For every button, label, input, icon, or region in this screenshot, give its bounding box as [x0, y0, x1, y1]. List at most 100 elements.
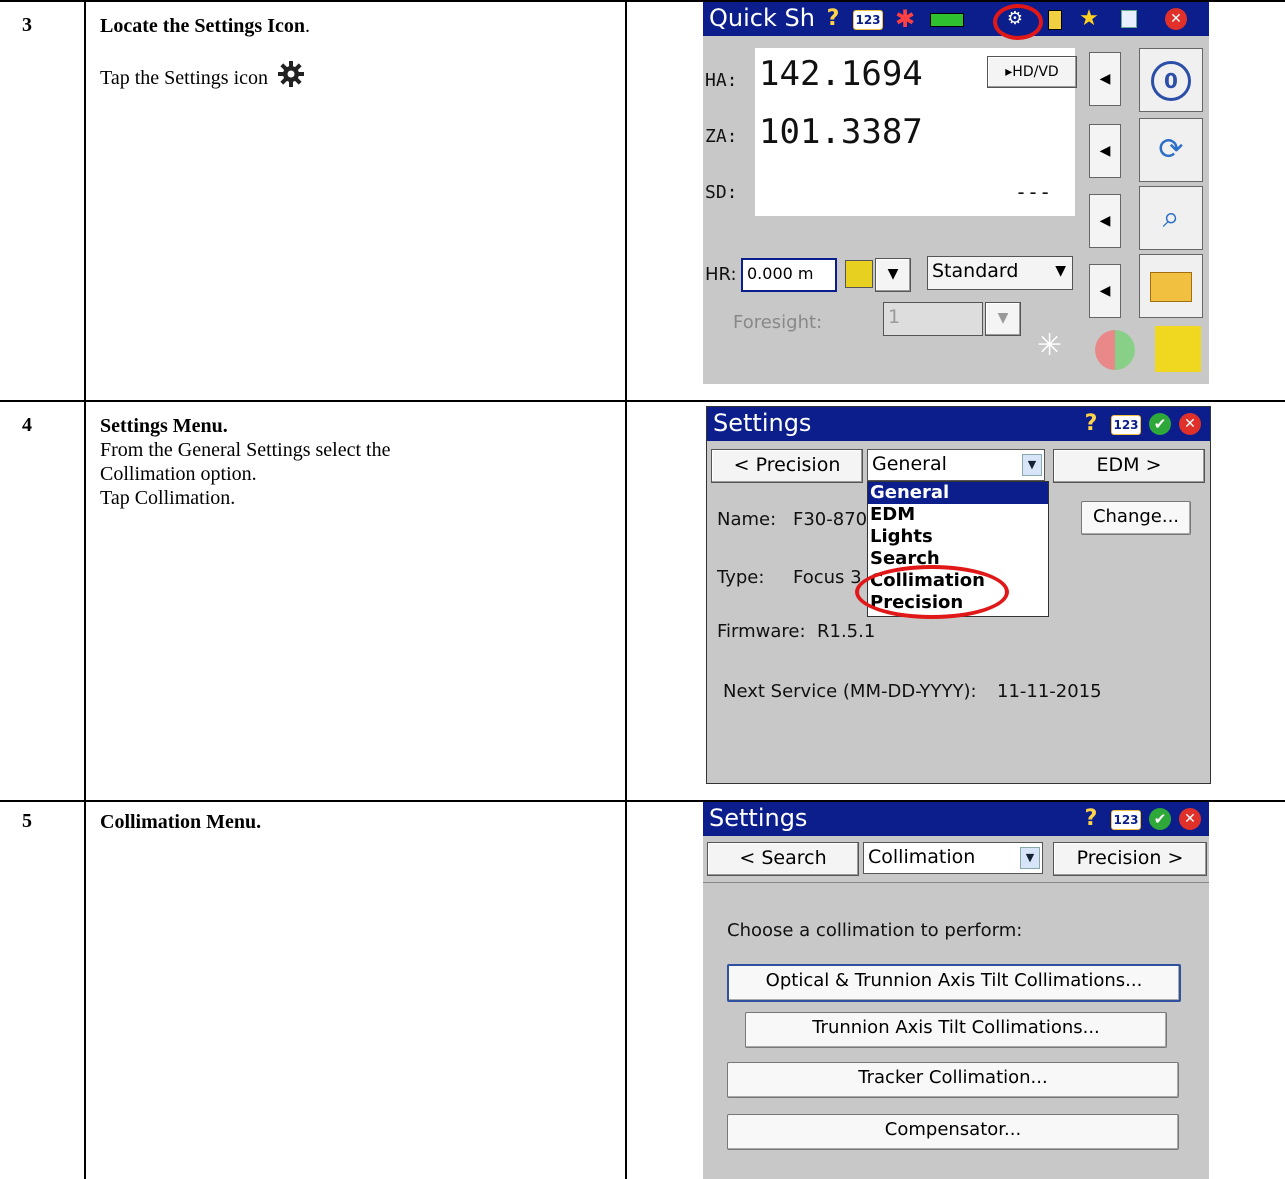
instruction-line: Collimation option. [100, 463, 257, 485]
close-icon[interactable]: ✕ [1165, 8, 1187, 30]
title-bar: Settings ? 123 ✔ ✕ [703, 802, 1209, 836]
window-title: Settings [713, 409, 812, 437]
next-service-label: Next Service (MM-DD-YYYY): [723, 681, 977, 702]
quick-shoot-screen: Quick Sh ? 123 ✱ ⚙ ★ ✕ HA: 142.1694 ▸HD/… [703, 2, 1209, 384]
step-instructions: Locate the Settings Icon. Tap the Settin… [100, 14, 620, 94]
optical-trunnion-collimation-button[interactable]: Optical & Trunnion Axis Tilt Collimation… [727, 964, 1181, 1002]
trunnion-collimation-button[interactable]: Trunnion Axis Tilt Collimations... [745, 1012, 1167, 1048]
settings-collimation-screen: Settings ? 123 ✔ ✕ < Search Collimation … [703, 802, 1209, 1179]
sd-label: SD: [705, 182, 738, 203]
prism-target-icon[interactable] [845, 260, 873, 288]
step-heading: Collimation Menu. [100, 811, 262, 833]
za-label: ZA: [705, 126, 738, 147]
ok-check-icon[interactable]: ✔ [1149, 808, 1171, 830]
side-arrow-button[interactable]: ◀ [1089, 124, 1121, 178]
keypad-123-icon[interactable]: 123 [1111, 810, 1141, 830]
instrument-icon[interactable] [1043, 7, 1067, 31]
close-icon[interactable]: ✕ [1179, 413, 1201, 435]
header-divider [703, 882, 1209, 883]
battery-icon[interactable] [927, 7, 967, 31]
keypad-123-icon[interactable]: 123 [1111, 415, 1141, 435]
search-target-icon[interactable]: ⌕ [1139, 186, 1203, 250]
type-value: Focus 3 [793, 567, 862, 588]
foresight-label: Foresight: [733, 312, 823, 333]
chevron-down-icon: ▼ [1055, 263, 1066, 279]
firmware-label: Firmware: [717, 621, 806, 642]
next-service-value: 11-11-2015 [997, 681, 1102, 702]
foresight-select[interactable]: 1 [883, 302, 983, 336]
sd-value: --- [1015, 180, 1052, 204]
dropdown-option-selected[interactable]: General [868, 482, 1048, 504]
za-value: 101.3387 [759, 112, 923, 152]
next-page-button[interactable]: EDM > [1053, 449, 1205, 483]
settings-page-select-value: Collimation [868, 846, 976, 868]
hd-vd-button[interactable]: ▸HD/VD [987, 56, 1077, 88]
highlight-ellipse [855, 565, 1009, 619]
column-divider [625, 0, 627, 1179]
hr-label: HR: [705, 264, 737, 285]
zero-set-icon[interactable]: 0 [1139, 48, 1203, 112]
foresight-value: 1 [888, 306, 901, 328]
side-arrow-button[interactable]: ◀ [1089, 194, 1121, 248]
collimation-prompt: Choose a collimation to perform: [727, 920, 1023, 941]
mode-select[interactable]: Standard ▼ [927, 256, 1073, 290]
window-title: Quick Sh [709, 4, 815, 32]
prev-page-button[interactable]: < Search [707, 842, 859, 876]
next-page-button[interactable]: Precision > [1053, 842, 1207, 876]
step-heading: Locate the Settings Icon [100, 15, 305, 37]
step-instructions: Settings Menu. From the General Settings… [100, 414, 620, 510]
dropdown-option[interactable]: Lights [868, 526, 1048, 548]
highlight-circle [993, 4, 1043, 40]
step-number: 3 [22, 14, 32, 36]
open-folder-icon[interactable] [1139, 254, 1203, 318]
title-bar: Quick Sh ? 123 ✱ ⚙ ★ ✕ [703, 2, 1209, 36]
step-heading: Settings Menu. [100, 415, 228, 437]
instruction-line: From the General Settings select the [100, 439, 391, 461]
prism-target-icon[interactable] [1155, 326, 1201, 372]
help-icon[interactable]: ? [821, 7, 845, 31]
settings-page-select[interactable]: General ▼ [867, 449, 1045, 481]
settings-general-screen: Settings ? 123 ✔ ✕ < Precision General ▼… [706, 406, 1211, 784]
instruction-line: Tap Collimation. [100, 487, 236, 509]
close-icon[interactable]: ✕ [1179, 808, 1201, 830]
side-arrow-button[interactable]: ◀ [1089, 264, 1121, 318]
mode-select-value: Standard [932, 260, 1019, 282]
ok-check-icon[interactable]: ✔ [1149, 413, 1171, 435]
keypad-123-icon[interactable]: 123 [853, 10, 883, 30]
hr-dropdown-button[interactable]: ▼ [875, 258, 911, 292]
ha-value: 142.1694 [759, 54, 923, 94]
instruction-line: Tap the Settings icon [100, 67, 269, 89]
step-number: 5 [22, 810, 32, 832]
step-number: 4 [22, 414, 32, 436]
help-icon[interactable]: ? [1079, 807, 1103, 831]
gear-icon [277, 60, 305, 94]
settings-page-select-value: General [872, 453, 947, 475]
tracker-collimation-button[interactable]: Tracker Collimation... [727, 1062, 1179, 1098]
status-circle-icon[interactable] [1095, 330, 1135, 370]
change-name-button[interactable]: Change... [1081, 501, 1191, 535]
laser-pointer-icon[interactable]: ✳ [1037, 328, 1062, 363]
ha-label: HA: [705, 70, 738, 91]
title-bar: Settings ? 123 ✔ ✕ [707, 407, 1210, 441]
type-label: Type: [717, 567, 765, 588]
foresight-dropdown-button[interactable]: ▼ [985, 302, 1021, 336]
clipboard-icon[interactable] [1117, 7, 1141, 31]
help-icon[interactable]: ? [1079, 412, 1103, 436]
laser-icon[interactable]: ✱ [893, 7, 917, 31]
firmware-value: R1.5.1 [817, 621, 876, 642]
column-divider [84, 0, 86, 1179]
side-arrow-button[interactable]: ◀ [1089, 52, 1121, 106]
favorites-star-icon[interactable]: ★ [1077, 7, 1101, 31]
rotate-instrument-icon[interactable]: ⟳ [1139, 118, 1203, 182]
dropdown-option[interactable]: EDM [868, 504, 1048, 526]
prev-page-button[interactable]: < Precision [711, 449, 863, 483]
compensator-button[interactable]: Compensator... [727, 1114, 1179, 1150]
heading-period: . [304, 15, 310, 37]
row-divider [0, 400, 1285, 402]
settings-page-select[interactable]: Collimation ▼ [863, 842, 1043, 874]
step-instructions: Collimation Menu. [100, 810, 620, 834]
window-title: Settings [709, 804, 808, 832]
chevron-down-icon: ▼ [1022, 454, 1042, 476]
chevron-down-icon: ▼ [1020, 847, 1040, 869]
hr-input[interactable]: 0.000 m [741, 258, 837, 292]
